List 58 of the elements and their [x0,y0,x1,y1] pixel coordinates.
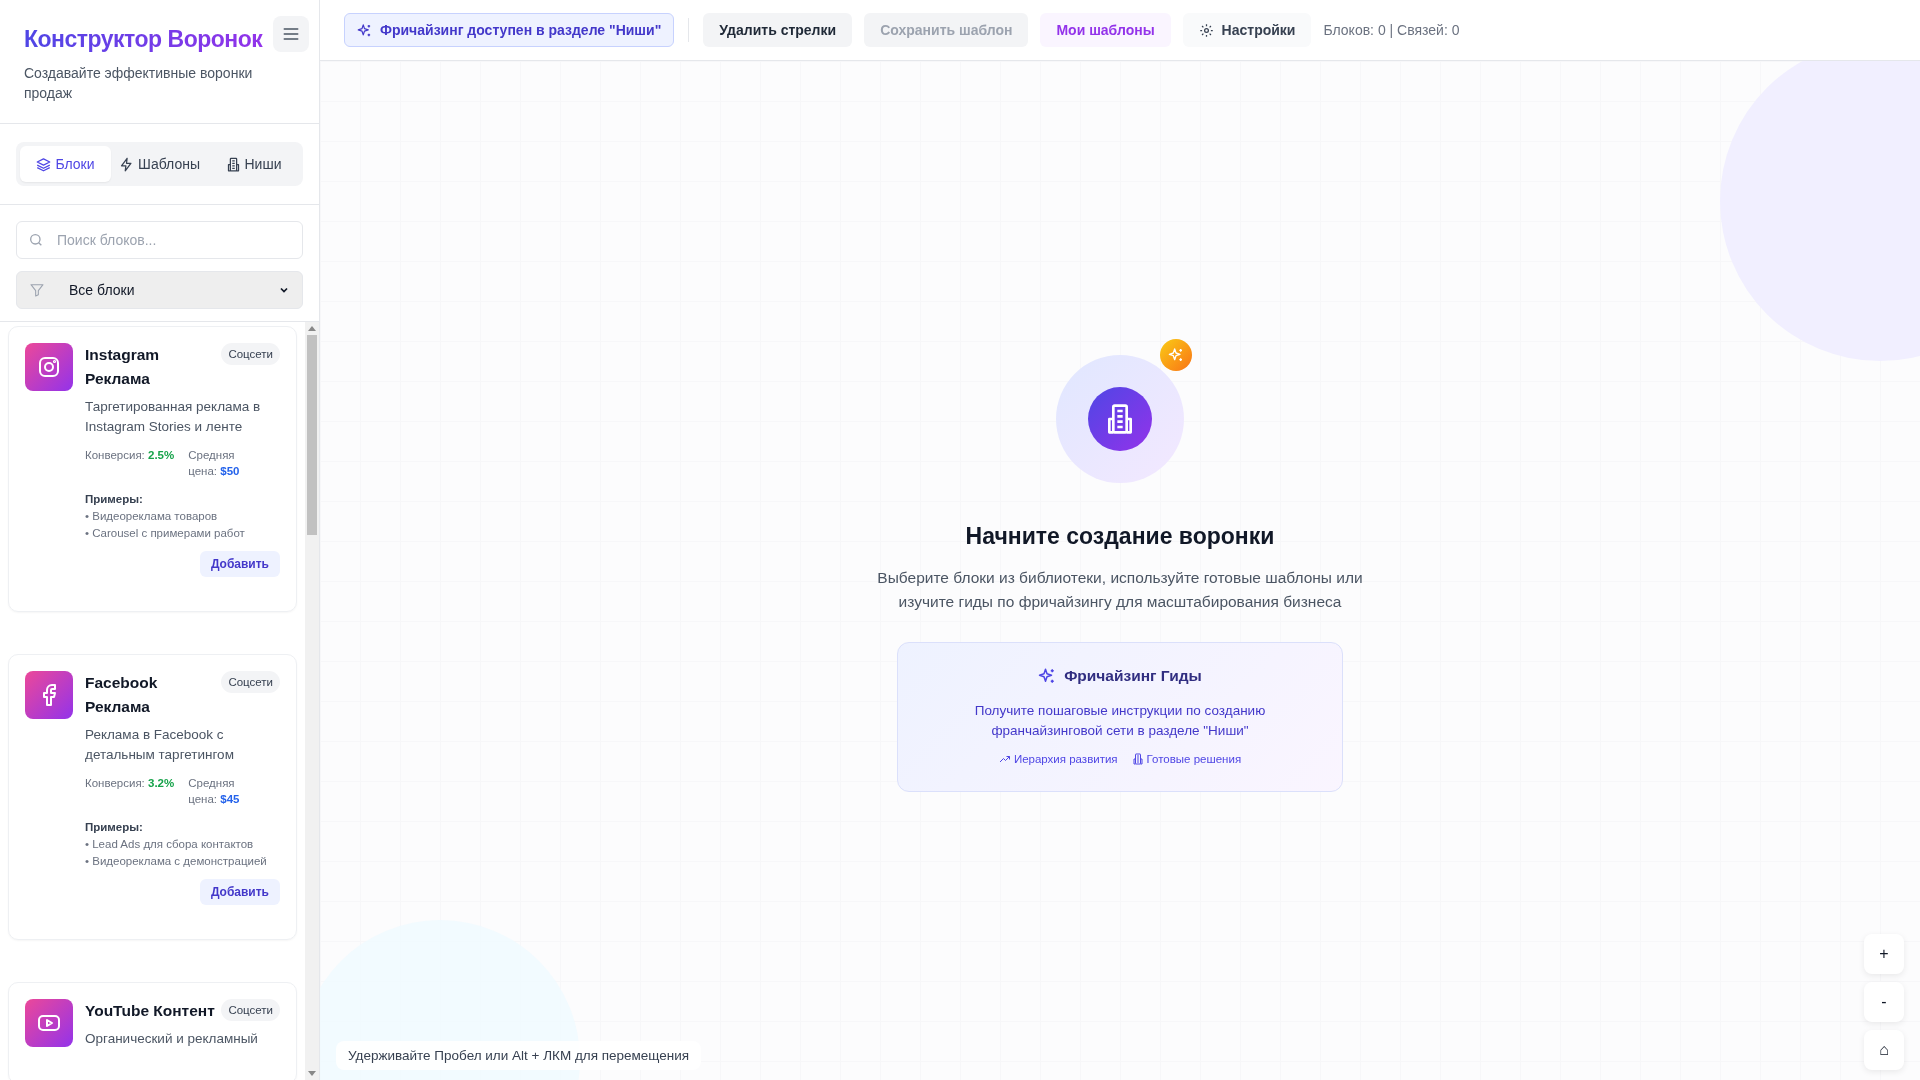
layers-icon [36,156,52,172]
scrollbar[interactable] [305,322,319,1080]
zoom-button[interactable]: + [1864,934,1904,974]
guide-title: Фричайзинг Гиды [1064,667,1202,685]
building-icon [1131,753,1144,765]
trend-up-icon [998,753,1011,765]
sidebar-tab[interactable]: Блоки [20,146,112,182]
category-dropdown[interactable]: Все блоки [16,271,303,309]
category-tag: Соцсети [221,671,280,693]
block-stat: Конверсия: 2.5% [85,448,175,463]
example-item: • Carousel с примерами работ [85,527,246,539]
franchise-button[interactable]: Фричайзинг доступен в разделе "Ниши" [344,13,675,47]
sidebar-tab[interactable]: Ниши [207,146,299,182]
toolbar-button[interactable]: Мои шаблоны [1040,13,1171,47]
block-description: Органический и рекламный [85,1030,259,1048]
block-description: Реклама в Facebook с детальным таргетингом [85,726,235,764]
example-item: • Lead Ads для сбора контактов [85,838,255,850]
counts-text: Блоков: 0 | Связей: 0 [1323,22,1460,38]
toolbar-button[interactable]: Настройки [1182,13,1312,47]
zoom-button[interactable]: ⌂ [1864,1030,1904,1070]
sparkles-icon [357,22,372,38]
guide-link[interactable]: Иерархия развития [998,753,1118,765]
category-tag: Соцсети [221,343,280,365]
add-button[interactable]: Добавить [199,551,280,577]
camera-icon [37,355,61,379]
sparkles-icon [1168,347,1184,363]
block-name: Facebook Реклама [85,673,159,717]
sparkles-icon [1038,667,1057,685]
example-item: • Видеореклама товаров [85,510,219,522]
category-tag: Соцсети [221,999,280,1021]
examples-heading: Примеры: [85,821,144,833]
block-name: YouTube Контент [85,1001,215,1021]
search-field[interactable]: Поиск блоков... [16,221,303,259]
sidebar-tab[interactable]: Шаблоны [113,146,206,182]
zoom-button[interactable]: - [1864,982,1904,1022]
building-icon [225,156,241,172]
empty-state-text: Выберите блоки из библиотеки, используйте готовые шаблоны или изучите гиды по фричайзингу для масштабирования бизнеса [876,568,1364,612]
scroll-thumb[interactable] [307,335,317,535]
guide-text: Получите пошаговые инструкции по созданию франчайзинговой сети в разделе "Ниши" [973,702,1267,740]
search-icon [28,232,44,248]
add-button[interactable]: Добавить [199,879,280,905]
pan-hint: Удерживайте Пробел или Alt + ЛКМ для перемещения [336,1041,702,1070]
settings-icon [1198,22,1214,38]
examples-heading: Примеры: [85,493,144,505]
app-subtitle: Создавайте эффективные воронки продаж [24,64,254,103]
empty-state-heading: Начните создание воронки [965,523,1275,550]
example-item: • Видеореклама с демонстрацией [85,855,268,867]
filter-icon [29,282,45,298]
guide-link[interactable]: Готовые решения [1131,753,1242,765]
block-card[interactable]: Instagram Реклама Соцсети Таргетированная реклама в Instagram Stories и ленте Конверсия: 2.5% Средняя цена: $50 Примеры: • Видеореклама товаров • Carousel с примерами работ Добавить [8,326,297,612]
block-card[interactable]: Facebook Реклама Соцсети Реклама в Facebook с детальным таргетингом Конверсия: 3.2% Средняя цена: $45 Примеры: • Lead Ads для сбора контактов • Видеореклама с демонстрацией Добавить [8,654,297,940]
block-name: Instagram Реклама [85,345,161,389]
block-stat: Средняя цена: $45 [188,776,241,807]
menu-button[interactable] [273,16,309,52]
toolbar-button[interactable]: Удалить стрелки [703,13,853,47]
block-description: Таргетированная реклама в Instagram Stories и ленте [85,398,262,436]
block-stat: Конверсия: 3.2% [85,776,175,791]
block-stat: Средняя цена: $50 [188,448,241,479]
